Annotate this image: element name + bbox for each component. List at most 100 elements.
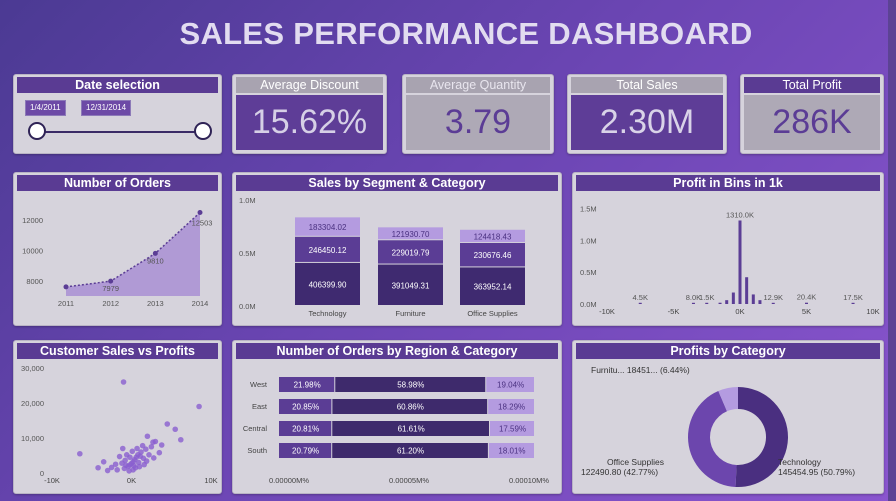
date-slicer: Date selection 1/4/2011 12/31/2014 xyxy=(13,74,222,154)
segment-data-label: 391049.31 xyxy=(392,281,430,290)
kpi-total-profit: Total Profit 286K xyxy=(740,74,884,154)
region-data-label: 20.85% xyxy=(292,403,319,412)
histogram-bar xyxy=(758,300,762,304)
y-tick-label: 12000 xyxy=(22,216,43,225)
scatter-point xyxy=(164,421,171,427)
kpi-value: 286K xyxy=(744,95,880,150)
segment-chart-title: Sales by Segment & Category xyxy=(236,175,558,191)
histogram-data-label: 20.4K xyxy=(797,293,817,302)
profit-bins-histogram[interactable]: 0.0M0.5M1.0M1.5M-10K -5K 0K 5K 10K4.5K 8.0K1.… xyxy=(573,193,883,325)
scatter-point xyxy=(158,442,165,448)
histogram-bar xyxy=(745,277,749,304)
segment-stacked-bar-chart[interactable]: 0.0M 0.5M 1.0M 406399.90 246450.12 183304.02 T… xyxy=(233,193,561,325)
y-tick-label: 30,000 xyxy=(21,364,44,373)
donut-label-technology-value: 145454.95 (50.79%) xyxy=(778,467,855,477)
histogram-bar xyxy=(705,302,709,304)
histogram-data-label: 1.5K xyxy=(699,293,714,302)
y-tick-label: 0.0M xyxy=(239,302,256,311)
region-data-label: 18.01% xyxy=(498,447,525,456)
x-tick-label: -10K xyxy=(44,476,60,485)
bins-chart-card: Profit in Bins in 1k 0.0M 0.5M 1.0M 1.5M -10… xyxy=(572,172,884,326)
x-tick-label: Technology xyxy=(309,309,347,318)
scatter-point xyxy=(136,463,143,470)
kpi-label: Average Discount xyxy=(236,77,383,93)
x-tick-label: 0.00010M% xyxy=(509,476,549,485)
segment-data-label: 406399.90 xyxy=(309,280,347,289)
kpi-value: 15.62% xyxy=(236,95,383,150)
scatter-point xyxy=(143,458,150,464)
region-data-label: 20.79% xyxy=(292,447,319,456)
orders-point xyxy=(63,284,69,290)
scatter-point xyxy=(177,436,184,443)
date-selection-label: Date selection xyxy=(17,77,218,93)
y-tick-label: 10000 xyxy=(22,247,43,256)
y-tick-label: 0.5M xyxy=(239,249,256,258)
scatter-point xyxy=(146,452,152,458)
region-stacked-bar-chart[interactable]: West 21.98% 58.98% 19.04% East 20.85% 60.86% 18… xyxy=(233,361,561,493)
x-tick-label: 10K xyxy=(866,307,879,316)
kpi-label: Total Sales xyxy=(571,77,723,93)
donut-label-furniture: Furnitu... 18451... (6.44%) xyxy=(591,365,690,375)
scatter-point xyxy=(100,459,107,465)
histogram-bar xyxy=(731,292,735,304)
date-slider-track[interactable] xyxy=(36,131,204,133)
orders-data-label: 9810 xyxy=(147,256,164,265)
orders-area-chart[interactable]: 8000 10000 12000 2011 7979 2012 9810 2013 12503 2… xyxy=(14,193,221,325)
scatter-point xyxy=(144,433,151,440)
region-data-label: 18.29% xyxy=(498,403,525,412)
x-tick-label: 2014 xyxy=(192,299,209,308)
segment-chart-card: Sales by Segment & Category 0.0M 0.5M 1.0M… xyxy=(232,172,562,326)
x-tick-label: 2012 xyxy=(102,299,119,308)
segment-data-label: 246450.12 xyxy=(309,246,347,255)
kpi-label: Total Profit xyxy=(744,77,880,93)
profits-donut-chart[interactable]: Technology145454.95 (50.79%) Office Suppl… xyxy=(573,361,883,493)
region-label: South xyxy=(247,446,267,455)
start-date-input[interactable]: 1/4/2011 xyxy=(25,100,66,116)
region-data-label: 20.81% xyxy=(292,425,319,434)
x-tick-label: -5K xyxy=(668,307,680,316)
x-tick-label: 0.00000M% xyxy=(269,476,309,485)
end-date-input[interactable]: 12/31/2014 xyxy=(81,100,132,116)
scatter-point xyxy=(123,462,129,469)
date-slider-start-handle[interactable] xyxy=(28,122,46,140)
scatter-point xyxy=(156,449,163,456)
y-tick-label: 20,000 xyxy=(21,399,44,408)
kpi-label: Average Quantity xyxy=(406,77,550,93)
histogram-data-label: 4.5K xyxy=(633,293,648,302)
histogram-data-label: 12.9K xyxy=(763,293,783,302)
orders-chart-title: Number of Orders xyxy=(17,175,218,191)
x-tick-label: 2013 xyxy=(147,299,164,308)
scatter-point xyxy=(77,450,83,457)
region-data-label: 17.59% xyxy=(499,425,526,434)
bins-chart-title: Profit in Bins in 1k xyxy=(576,175,880,191)
segment-data-label: 121930.70 xyxy=(392,230,430,239)
scatter-point xyxy=(104,467,111,474)
x-tick-label: 10K xyxy=(204,476,217,485)
kpi-average-quantity: Average Quantity 3.79 xyxy=(402,74,554,154)
scatter-point xyxy=(119,445,126,452)
histogram-bar xyxy=(718,302,722,304)
region-data-label: 61.61% xyxy=(398,425,425,434)
histogram-bar xyxy=(771,302,775,304)
region-chart-title: Number of Orders by Region & Category xyxy=(236,343,558,359)
customer-scatter-chart[interactable]: 010,00020,00030,000-10K 0K 10K xyxy=(14,361,221,493)
x-tick-label: 0.00005M% xyxy=(389,476,429,485)
y-tick-label: 1.0M xyxy=(580,236,597,245)
page-title: SALES PERFORMANCE DASHBOARD xyxy=(179,16,753,51)
segment-data-label: 363952.14 xyxy=(474,283,512,292)
scatter-point xyxy=(116,453,123,460)
orders-point xyxy=(197,210,203,216)
region-chart-card: Number of Orders by Region & Category We… xyxy=(232,340,562,494)
x-tick-label: 0K xyxy=(127,476,136,485)
x-tick-label: 5K xyxy=(802,307,811,316)
scatter-point xyxy=(134,445,140,452)
region-label: Central xyxy=(243,424,268,433)
x-tick-label: Office Supplies xyxy=(467,309,518,318)
region-data-label: 61.20% xyxy=(397,447,424,456)
scatter-point xyxy=(137,453,144,459)
x-tick-label: 0K xyxy=(735,307,744,316)
histogram-bar xyxy=(751,294,755,304)
y-tick-label: 0.0M xyxy=(580,300,597,309)
orders-area xyxy=(66,212,200,296)
date-slider-end-handle[interactable] xyxy=(194,122,212,140)
